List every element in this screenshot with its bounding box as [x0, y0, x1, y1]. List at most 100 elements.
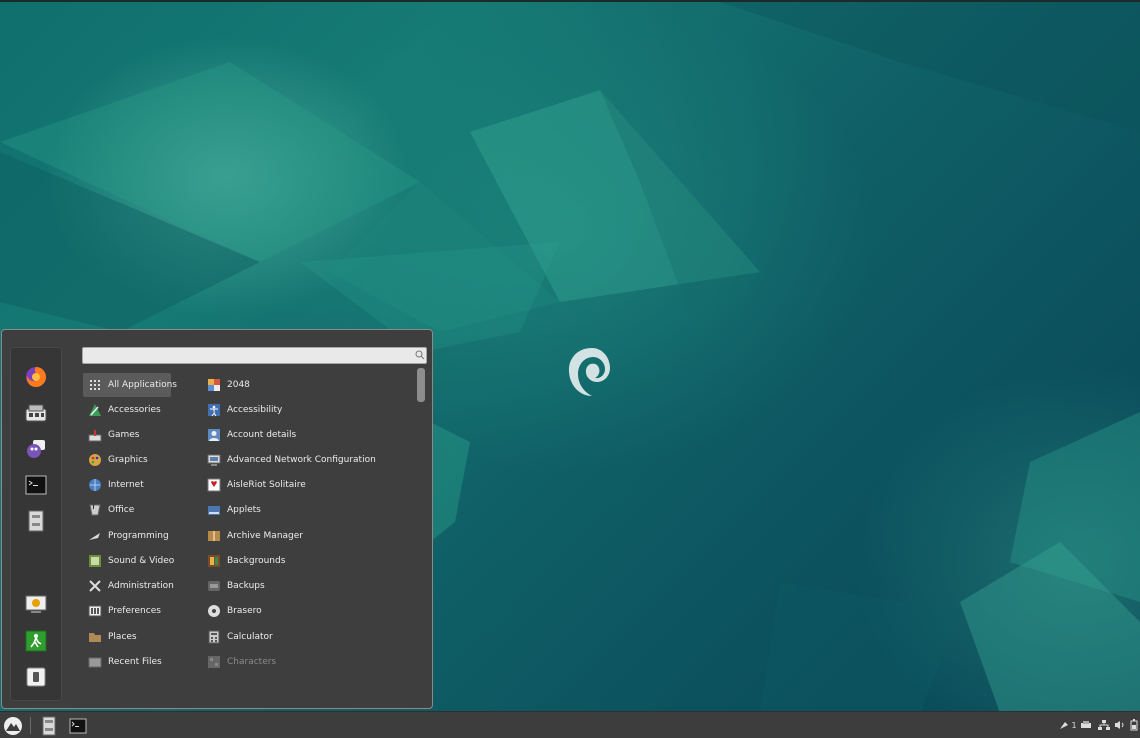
bottom-panel: 1	[0, 711, 1140, 738]
app-label: Backups	[227, 581, 265, 591]
app-archive-manager[interactable]: Archive Manager	[202, 524, 412, 548]
category-places[interactable]: Places	[83, 625, 171, 649]
category-label: Places	[108, 632, 137, 642]
app-label: Archive Manager	[227, 531, 303, 541]
category-graphics[interactable]: Graphics	[83, 448, 171, 472]
app-label: Backgrounds	[227, 556, 286, 566]
backgrounds-icon	[208, 555, 220, 567]
app-label: Accessibility	[227, 405, 283, 415]
search-input[interactable]	[82, 347, 427, 364]
tray-network[interactable]	[1097, 718, 1110, 732]
category-label: Graphics	[108, 455, 148, 465]
panel-launcher-terminal[interactable]	[68, 715, 88, 736]
category-label: Recent Files	[108, 657, 162, 667]
category-administration[interactable]: Administration	[83, 574, 174, 598]
favorite-pidgin[interactable]	[24, 437, 48, 461]
graphics-icon	[89, 454, 101, 466]
session-shutdown[interactable]	[24, 665, 48, 689]
grid-icon	[90, 380, 100, 390]
category-games[interactable]: Games	[83, 423, 171, 447]
firefox-icon	[26, 367, 46, 387]
printer-icon	[1081, 721, 1091, 728]
favorite-firefox[interactable]	[24, 365, 48, 389]
category-all-applications[interactable]: All Applications	[83, 373, 177, 397]
account-icon	[208, 429, 220, 441]
category-label: All Applications	[108, 380, 177, 390]
category-internet[interactable]: Internet	[83, 473, 171, 497]
folder-icon	[89, 633, 101, 642]
app-advanced-network-configuration[interactable]: Advanced Network Configuration	[202, 448, 412, 472]
chat-icon	[27, 440, 45, 458]
internet-icon	[89, 479, 101, 491]
category-programming[interactable]: Programming	[83, 524, 171, 548]
accessibility-icon	[208, 404, 220, 417]
app-2048[interactable]: 2048	[202, 373, 412, 397]
app-aisleriot-solitaire[interactable]: AisleRiot Solitaire	[202, 473, 412, 497]
games-icon	[88, 430, 102, 442]
app-calculator[interactable]: Calculator	[202, 625, 412, 649]
app-account-details[interactable]: Account details	[202, 423, 412, 447]
category-label: Games	[108, 430, 140, 440]
disc-icon	[208, 605, 220, 617]
app-applets[interactable]: Applets	[202, 498, 412, 522]
backups-icon	[208, 581, 220, 591]
scrollbar-thumb[interactable]	[417, 368, 425, 402]
category-label: Sound & Video	[108, 556, 175, 566]
menu-button[interactable]	[2, 715, 24, 736]
tray-volume[interactable]	[1113, 718, 1125, 732]
applets-icon	[208, 506, 220, 515]
calculator-icon	[208, 630, 220, 644]
2048-icon	[208, 379, 220, 391]
office-icon	[89, 504, 101, 516]
category-accessories[interactable]: Accessories	[83, 398, 171, 422]
tray-battery[interactable]	[1129, 718, 1139, 732]
app-brasero[interactable]: Brasero	[202, 599, 412, 623]
category-preferences[interactable]: Preferences	[83, 599, 171, 623]
archive-icon	[208, 531, 220, 541]
file-cabinet-icon	[42, 716, 56, 735]
category-label: Office	[108, 505, 135, 515]
category-sound-video[interactable]: Sound & Video	[83, 549, 175, 573]
logout-icon	[25, 630, 47, 652]
file-cabinet-icon	[28, 510, 44, 532]
favorite-terminal[interactable]	[24, 473, 48, 497]
app-backups[interactable]: Backups	[202, 574, 412, 598]
software-icon	[25, 404, 47, 422]
app-label: Calculator	[227, 632, 273, 642]
volume-icon	[1114, 721, 1123, 729]
category-label: Accessories	[108, 405, 161, 415]
power-icon	[26, 667, 46, 687]
session-logout[interactable]	[24, 629, 48, 653]
session-lock-screen[interactable]	[24, 593, 48, 617]
notifications-count: 1	[1071, 720, 1077, 730]
characters-icon	[208, 656, 220, 668]
panel-separator	[30, 717, 31, 734]
debian-logo	[568, 348, 610, 396]
lock-screen-icon	[25, 595, 47, 613]
category-office[interactable]: Office	[83, 498, 171, 522]
app-label: Brasero	[227, 606, 262, 616]
tray-notifications[interactable]: 1	[1058, 718, 1078, 732]
category-label: Internet	[108, 480, 144, 490]
tray-printer[interactable]	[1080, 718, 1092, 732]
programming-icon	[89, 533, 100, 540]
category-label: Programming	[108, 531, 169, 541]
network-config-icon	[207, 454, 221, 466]
sound-video-icon	[89, 555, 101, 567]
terminal-icon	[25, 475, 47, 495]
app-accessibility[interactable]: Accessibility	[202, 398, 412, 422]
search-icon[interactable]	[415, 350, 425, 360]
app-label: Advanced Network Configuration	[227, 455, 376, 465]
favorite-files[interactable]	[24, 509, 48, 533]
cinnamon-menu-icon	[4, 716, 22, 735]
recent-files-icon	[88, 657, 102, 668]
panel-launcher-files[interactable]	[40, 715, 58, 736]
app-characters[interactable]: Characters	[202, 650, 412, 674]
application-menu: All Applications Accessories Games Graph…	[1, 329, 433, 709]
category-label: Preferences	[108, 606, 161, 616]
apps-scrollbar[interactable]	[415, 368, 427, 702]
app-backgrounds[interactable]: Backgrounds	[202, 549, 412, 573]
category-recent-files[interactable]: Recent Files	[83, 650, 171, 674]
favorite-software-manager[interactable]	[24, 401, 48, 425]
battery-icon	[1130, 719, 1138, 731]
